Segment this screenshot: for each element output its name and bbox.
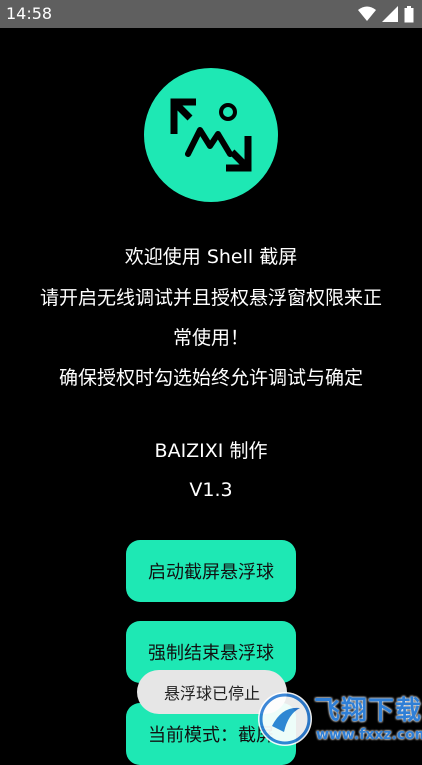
instruction-line-3: 确保授权时勾选始终允许调试与确定 — [58, 367, 363, 389]
instruction-line-1: 请开启无线调试并且授权悬浮窗权限来正 — [39, 287, 382, 309]
watermark-logo-icon — [258, 692, 312, 746]
battery-icon — [404, 5, 414, 23]
status-time: 14:58 — [6, 4, 53, 23]
cellular-icon — [382, 6, 398, 22]
version-text: V1.3 — [189, 479, 233, 501]
wifi-icon — [358, 6, 376, 22]
status-bar: 14:58 — [0, 0, 422, 28]
author-text: BAIZIXI 制作 — [154, 440, 268, 462]
status-icons — [358, 5, 414, 23]
watermark-domain: www.fxxz.com — [316, 727, 422, 743]
watermark: 飞翔下载 www.fxxz.com — [258, 690, 422, 748]
start-float-ball-button[interactable]: 启动截屏悬浮球 — [126, 540, 296, 602]
watermark-title: 飞翔下载 — [314, 696, 422, 726]
welcome-text: 欢迎使用 Shell 截屏 — [124, 246, 298, 268]
app-logo — [144, 68, 278, 202]
instruction-line-2: 常使用！ — [172, 327, 249, 349]
